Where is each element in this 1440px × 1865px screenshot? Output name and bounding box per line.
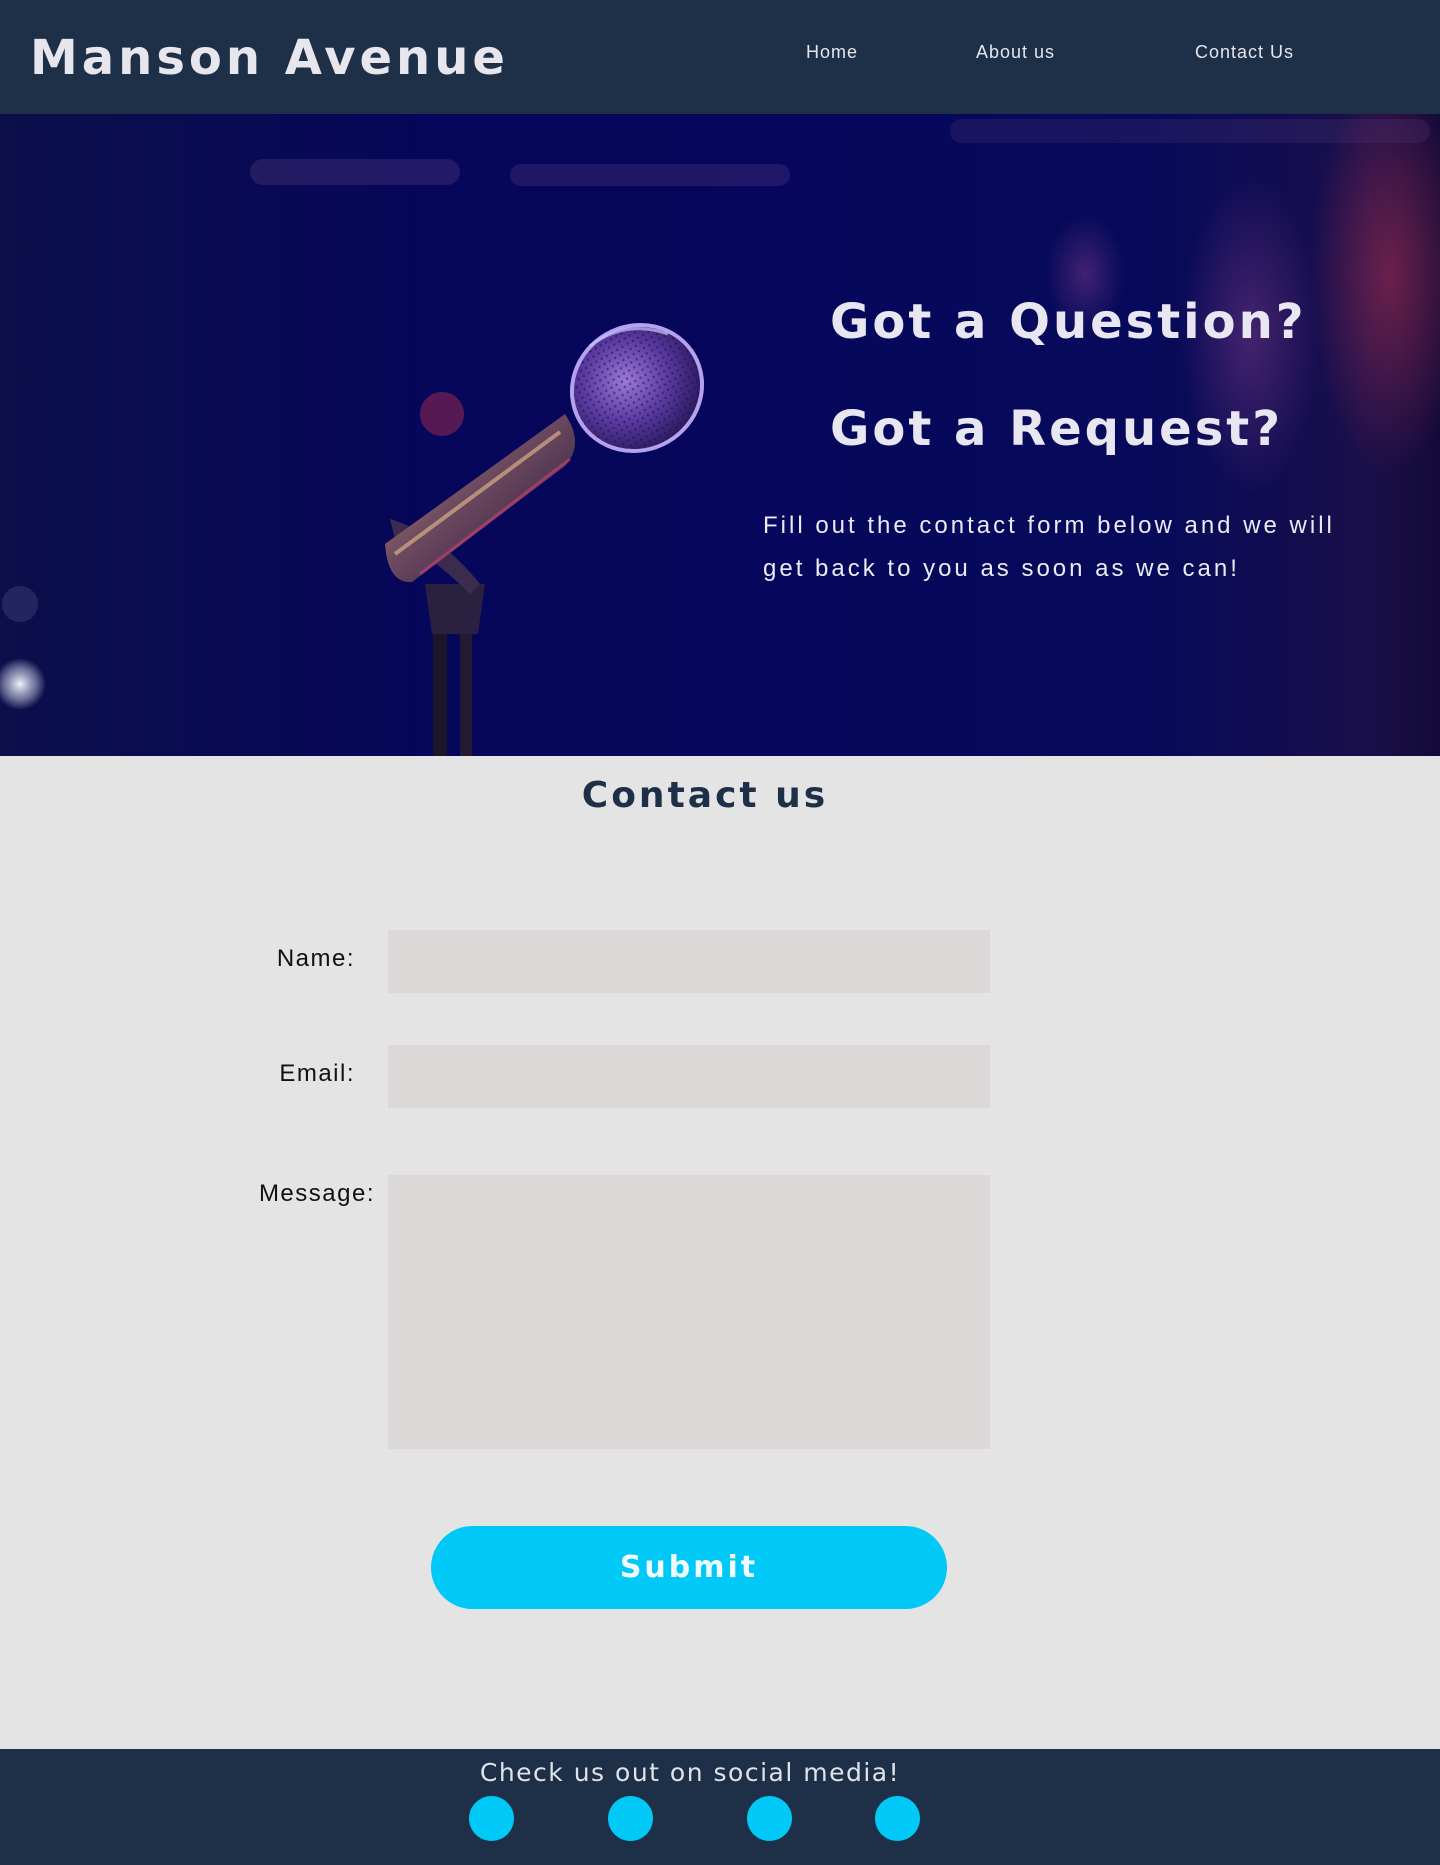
contact-title: Contact us bbox=[581, 775, 829, 816]
site-header: Manson Avenue Home About us Contact Us bbox=[0, 0, 1440, 114]
email-input[interactable] bbox=[388, 1045, 990, 1108]
social-icon[interactable] bbox=[608, 1796, 653, 1841]
social-icon[interactable] bbox=[747, 1796, 792, 1841]
hero-heading-request: Got a Request? bbox=[830, 401, 1284, 457]
submit-button[interactable]: Submit bbox=[431, 1526, 947, 1609]
hero-description: Fill out the contact form below and we w… bbox=[763, 512, 1335, 582]
social-media-heading: Check us out on social media! bbox=[479, 1758, 901, 1787]
nav-link-home[interactable]: Home bbox=[806, 41, 858, 63]
site-footer: Check us out on social media! bbox=[0, 1749, 1440, 1865]
name-label: Name: bbox=[276, 945, 355, 972]
brand-logo[interactable]: Manson Avenue bbox=[30, 26, 509, 90]
message-label: Message: bbox=[258, 1180, 375, 1207]
hero-banner: Got a Question? Got a Request? Fill out … bbox=[0, 114, 1440, 756]
message-textarea[interactable] bbox=[388, 1175, 990, 1449]
social-icon[interactable] bbox=[875, 1796, 920, 1841]
hero-heading-question: Got a Question? bbox=[830, 294, 1307, 350]
nav-link-contact-us[interactable]: Contact Us bbox=[1195, 41, 1294, 63]
nav-link-about-us[interactable]: About us bbox=[976, 41, 1055, 63]
social-icon[interactable] bbox=[469, 1796, 514, 1841]
email-label: Email: bbox=[279, 1060, 355, 1087]
name-input[interactable] bbox=[388, 930, 990, 993]
